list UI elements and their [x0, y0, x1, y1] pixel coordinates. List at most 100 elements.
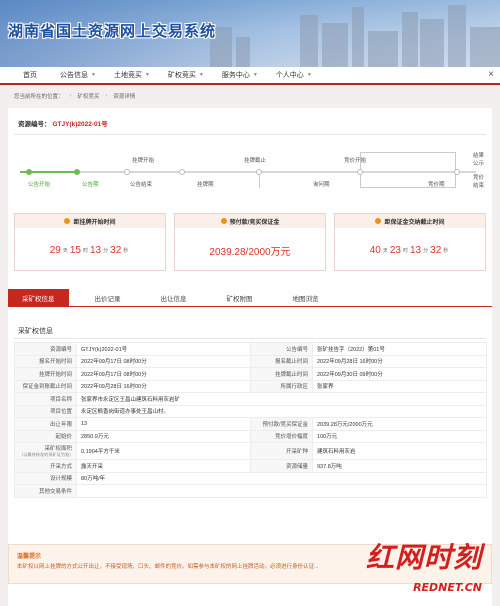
tab-transfer-info[interactable]: 出让信息 [147, 289, 201, 307]
tab-map-browse[interactable]: 地图浏览 [279, 289, 333, 307]
field-label: 保证金到账截止时间 [14, 379, 77, 393]
field-label: 项目位置 [14, 404, 77, 418]
field-value: 937.8万吨 [312, 459, 487, 473]
table-row: 资源编号 GTJY(k)2022-01号 公告编号 张矿挂告字（2022）第01号 [14, 342, 487, 356]
site-title: 湖南省国土资源网上交易系统 [8, 22, 217, 40]
countdown-deposit-deadline: 距保证金交纳截止时间 40 天 23 时 13 分 32 秒 [334, 213, 486, 271]
table-row: 其他交易条件 [14, 484, 487, 498]
table-row: 报名开始时间 2022年09月17日 08时00分 报名截止时间 2022年09月28… [14, 354, 487, 368]
breadcrumb: 您当前所在的位置： › 矿权竞买 › 资源详情 [14, 92, 136, 100]
field-value: 2022年09月17日 08时00分 [76, 367, 251, 381]
field-label: 采矿权面积 （以最终核发的采矿证为准） [14, 442, 77, 460]
field-label: 其他交易条件 [14, 484, 77, 498]
deposit-card: 预付款/竞买保证金 2039.28/2000万元 [174, 213, 326, 271]
info-table: 资源编号 GTJY(k)2022-01号 公告编号 张矿挂告字（2022）第01号 报名… [14, 342, 487, 498]
main-nav: 首页 公告信息 ▼ 土地竞买 ▼ 矿权竞买 ▼ 服务中心 ▼ 个人中心 ▼ × [0, 67, 500, 85]
timeline-dot [357, 169, 363, 175]
field-value [76, 484, 487, 498]
countdown-listing-start: 距挂牌开始时间 29 天 15 时 13 分 32 秒 [14, 213, 166, 271]
field-label: 开采方式 [14, 459, 77, 473]
field-label: 报名开始时间 [14, 354, 77, 368]
field-value: 露天开采 [76, 459, 251, 473]
timeline-announce-end: 公告结束 [130, 182, 153, 188]
field-value: 2022年09月28日 16时00分 [76, 379, 251, 393]
table-row: 设计规模 80万吨/年 [14, 471, 487, 485]
section-title: 采矿权信息 [18, 328, 53, 335]
field-label: 挂牌截止时间 [250, 367, 313, 381]
tip-title: 温馨提示 [17, 554, 42, 560]
table-row: 起始价 2850.9万元 竞价增价幅度 100万元 [14, 429, 487, 443]
field-note: （以最终核发的采矿证为准） [19, 452, 74, 457]
nav-mining-bidding[interactable]: 矿权竞买 ▼ [159, 66, 213, 84]
timeline-dot [26, 169, 32, 175]
field-label: 资源储量 [250, 459, 313, 473]
nav-service-center[interactable]: 服务中心 ▼ [213, 66, 267, 84]
resource-code: 资源编号： GTJY(k)2022-01号 [18, 121, 108, 128]
table-row: 项目位置 永定区枫香岗街道办事处王昌山村。 [14, 404, 487, 418]
breadcrumb-mining[interactable]: 矿权竞买 [77, 92, 99, 100]
table-row: 项目名称 张家界市永定区王昌山建筑石料用灰岩矿 [14, 392, 487, 406]
timeline-announce-period: 公告期 [82, 182, 99, 188]
timeline-result: 结果公示 [473, 153, 485, 167]
progress-timeline: 挂牌开始 挂牌截止 竞价开始 结果公示 公告开始 公告期 公告结束 挂牌期 询问… [14, 148, 486, 198]
timeline-inquiry-period: 询问期 [313, 182, 330, 188]
tab-mining-info[interactable]: 采矿权信息 [8, 289, 69, 307]
timeline-dot [256, 169, 262, 175]
timeline-bid-start: 竞价开始 [344, 158, 367, 164]
chevron-down-icon: ▼ [306, 72, 312, 78]
field-value: 2022年09月17日 08时00分 [76, 354, 251, 368]
field-value: 2022年09月30日 09时00分 [312, 367, 487, 381]
clock-icon [64, 218, 71, 224]
field-value: 100万元 [312, 429, 487, 443]
field-label: 开采矿种 [250, 442, 313, 460]
timeline-dot [454, 169, 460, 175]
field-label: 竞价增价幅度 [250, 429, 313, 443]
timeline-dot [124, 169, 130, 175]
close-icon[interactable]: × [488, 69, 494, 80]
timeline-listing-period: 挂牌期 [197, 182, 214, 188]
timeline-dot [74, 169, 80, 175]
rednet-watermark: 红网时刻 REDNET.CN [365, 541, 482, 594]
field-label: 资源编号 [14, 342, 77, 356]
field-value: 张矿挂告字（2022）第01号 [312, 342, 487, 356]
field-value: 2022年09月28日 16时00分 [312, 354, 487, 368]
field-value: 80万吨/年 [76, 471, 487, 485]
chevron-down-icon: ▼ [91, 72, 96, 78]
chevron-down-icon: ▼ [144, 72, 150, 78]
table-row: 保证金到账截止时间 2022年09月28日 16时00分 所属行政区 张家界 [14, 379, 487, 393]
nav-land-bidding[interactable]: 土地竞买 ▼ [105, 66, 159, 84]
chevron-down-icon: ▼ [198, 72, 204, 78]
resource-card: 资源编号： GTJY(k)2022-01号 挂牌开始 挂牌截止 竞价开始 结果公示… [8, 108, 492, 606]
field-value: GTJY(k)2022-01号 [76, 342, 251, 356]
nav-home[interactable]: 首页 [14, 66, 51, 84]
field-value: 永定区枫香岗街道办事处王昌山村。 [76, 404, 487, 418]
table-row: 开采方式 露天开采 资源储量 937.8万吨 [14, 459, 487, 473]
field-value: 张家界市永定区王昌山建筑石料用灰岩矿 [76, 392, 487, 406]
timeline-bid-end: 竞价结束 [473, 175, 485, 189]
timeline-listing-end: 挂牌截止 [244, 158, 267, 164]
field-label: 公告编号 [250, 342, 313, 356]
timeline-dot [179, 169, 185, 175]
tab-bid-records[interactable]: 出价记录 [81, 289, 135, 307]
field-label: 设计规模 [14, 471, 77, 485]
tab-mining-map[interactable]: 矿权附图 [213, 289, 267, 307]
tip-text: 本矿权以网上挂牌的方式公开出让，不接受现场、口头、邮件的竞价。如需参与本矿权的网… [17, 564, 319, 570]
field-value: 2850.9万元 [76, 429, 251, 443]
field-label: 挂牌开始时间 [14, 367, 77, 381]
field-label: 报名截止时间 [250, 354, 313, 368]
timeline-announce-start: 公告开始 [28, 182, 51, 188]
field-value: 2039.28万元/2000万元 [312, 417, 487, 431]
field-label: 项目名称 [14, 392, 77, 406]
field-label: 出让年限 [14, 417, 77, 431]
nav-announcements[interactable]: 公告信息 ▼ [51, 66, 105, 84]
breadcrumb-detail: 资源详情 [113, 94, 136, 100]
clock-icon [375, 218, 382, 224]
chevron-down-icon: ▼ [252, 72, 258, 78]
field-value: 张家界 [312, 379, 487, 393]
timeline-bid-period: 竞价期 [428, 182, 445, 188]
money-icon [220, 218, 227, 224]
field-value: 13 [76, 417, 251, 431]
site-banner: 湖南省国土资源网上交易系统 [0, 0, 500, 67]
table-row: 出让年限 13 预付款/竞买保证金 2039.28万元/2000万元 [14, 417, 487, 431]
nav-personal-center[interactable]: 个人中心 ▼ [267, 66, 321, 84]
